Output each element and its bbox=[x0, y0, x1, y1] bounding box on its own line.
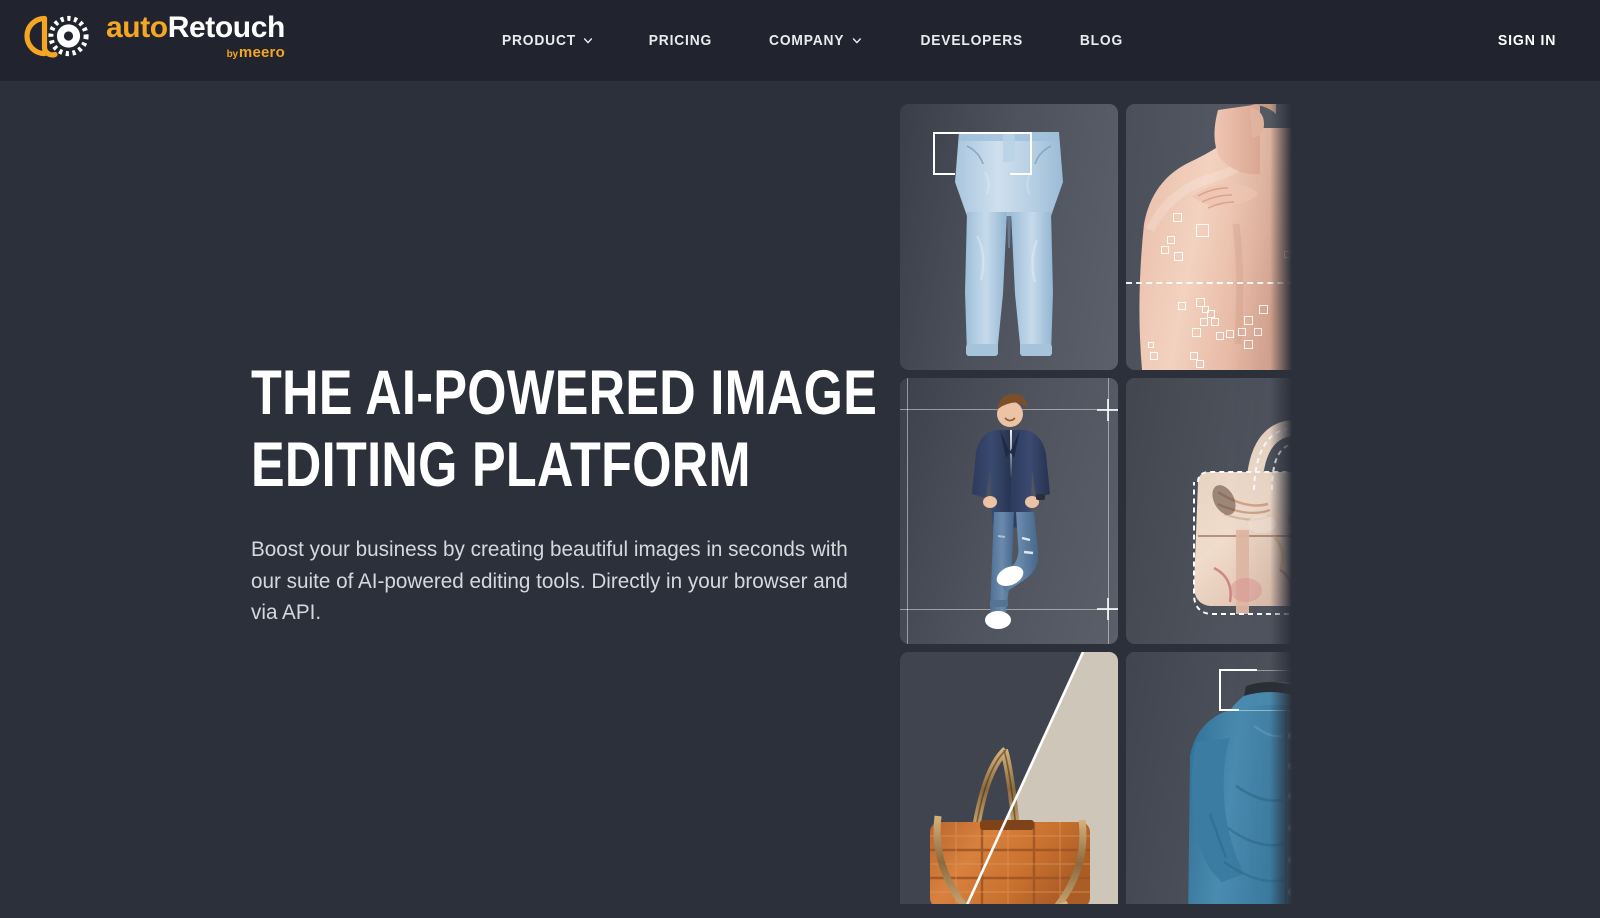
brand-logo[interactable]: autoRetouch by meero bbox=[18, 8, 285, 64]
showcase-grid bbox=[900, 104, 1600, 918]
showcase-tile-blue-shirt[interactable] bbox=[1126, 652, 1344, 918]
before-after-divider bbox=[1126, 282, 1344, 284]
page-title: THE AI-POWERED IMAGE EDITING PLATFORM bbox=[251, 358, 878, 500]
crosshair-marker-top-right bbox=[1097, 399, 1118, 421]
nav-item-company[interactable]: COMPANY bbox=[746, 0, 885, 81]
hero-subtitle: Boost your business by creating beautifu… bbox=[251, 538, 848, 624]
nav-item-blog[interactable]: BLOG bbox=[1057, 0, 1146, 81]
blue-shirt-image bbox=[1188, 682, 1338, 918]
nav-item-pricing-label: PRICING bbox=[649, 32, 713, 49]
showcase-tile-skin-retouch[interactable] bbox=[1126, 104, 1344, 370]
sign-in-label: SIGN IN bbox=[1497, 32, 1557, 49]
nav-item-company-label: COMPANY bbox=[769, 32, 845, 49]
brand-byline: by meero bbox=[227, 45, 285, 60]
chevron-down-icon bbox=[852, 38, 862, 44]
showcase-tile-orange-bag[interactable] bbox=[900, 652, 1118, 918]
brand-name: autoRetouch bbox=[106, 10, 286, 44]
brand-name-prefix: auto bbox=[106, 10, 168, 44]
nav-item-developers-label: DEVELOPERS bbox=[920, 32, 1024, 49]
sign-in-button[interactable]: SIGN IN bbox=[1498, 0, 1556, 81]
brand-name-suffix: Retouch bbox=[167, 10, 286, 44]
nav-item-pricing[interactable]: PRICING bbox=[626, 0, 735, 81]
nav-item-blog-label: BLOG bbox=[1079, 32, 1123, 49]
autoretouch-aperture-logo-icon bbox=[24, 15, 89, 58]
main-navigation: PRODUCT PRICING COMPANY DEVELOPERS BLOG bbox=[497, 0, 1150, 81]
before-after-split-line bbox=[959, 652, 1085, 918]
nav-item-product-label: PRODUCT bbox=[501, 32, 577, 49]
showcase-tile-floral-bag[interactable] bbox=[1126, 378, 1344, 644]
showcase-tile-spacer bbox=[1352, 378, 1570, 644]
crosshair-marker-bottom-right bbox=[1097, 598, 1118, 620]
nav-item-developers[interactable]: DEVELOPERS bbox=[898, 0, 1047, 81]
brand-byline-name: meero bbox=[238, 43, 285, 61]
hero-section: THE AI-POWERED IMAGE EDITING PLATFORM Bo… bbox=[251, 357, 891, 629]
floral-handbag-image bbox=[1193, 419, 1344, 615]
jumping-man-image bbox=[972, 394, 1050, 629]
jeans-image bbox=[955, 132, 1063, 356]
showcase-tile-jeans[interactable] bbox=[900, 104, 1118, 370]
nav-item-product[interactable]: PRODUCT bbox=[502, 0, 617, 81]
site-header: autoRetouch by meero PRODUCT PRICING COM… bbox=[0, 0, 1600, 81]
brand-byline-prefix: by bbox=[226, 48, 238, 60]
showcase-tile-jumping-man[interactable] bbox=[900, 378, 1118, 644]
chevron-down-icon bbox=[584, 38, 593, 44]
skin-retouch-image bbox=[1139, 104, 1304, 370]
brand-wordmark: autoRetouch by meero bbox=[106, 10, 286, 60]
showcase-tile-spacer bbox=[1352, 104, 1570, 370]
